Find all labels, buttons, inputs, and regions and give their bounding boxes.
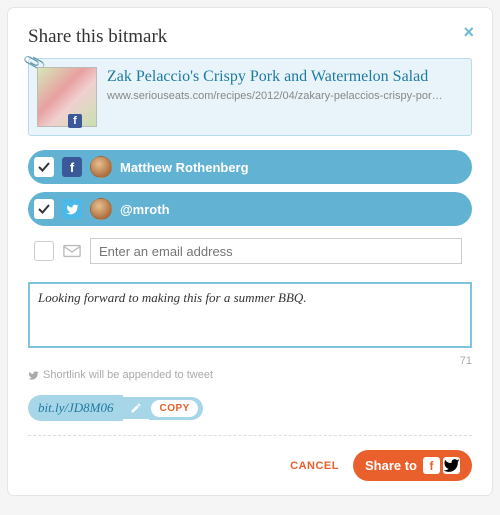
share-button[interactable]: Share to f bbox=[353, 450, 472, 481]
facebook-icon: f bbox=[423, 457, 440, 474]
message-textarea[interactable] bbox=[28, 282, 472, 348]
share-dialog: × Share this bitmark 📎 f Zak Pelaccio's … bbox=[8, 8, 492, 495]
pencil-icon bbox=[130, 402, 142, 414]
email-icon bbox=[62, 241, 82, 261]
twitter-icon bbox=[443, 457, 460, 474]
divider bbox=[28, 435, 472, 436]
recipient-row-email bbox=[28, 234, 472, 268]
recipient-name: Matthew Rothenberg bbox=[120, 160, 249, 175]
avatar bbox=[90, 156, 112, 178]
facebook-badge-icon: f bbox=[68, 114, 82, 128]
recipient-row-facebook[interactable]: f Matthew Rothenberg bbox=[28, 150, 472, 184]
recipient-row-twitter[interactable]: @mroth bbox=[28, 192, 472, 226]
bitmark-thumbnail: f bbox=[37, 67, 97, 127]
twitter-icon bbox=[28, 370, 39, 381]
copy-button[interactable]: COPY bbox=[149, 397, 202, 420]
char-counter: 71 bbox=[28, 355, 472, 367]
bitmark-url: www.seriouseats.com/recipes/2012/04/zaka… bbox=[107, 90, 463, 102]
shortlink-hint: Shortlink will be appended to tweet bbox=[28, 369, 472, 381]
twitter-icon bbox=[62, 199, 82, 219]
avatar bbox=[90, 198, 112, 220]
edit-shortlink-button[interactable] bbox=[123, 397, 149, 419]
close-button[interactable]: × bbox=[463, 22, 474, 43]
shortlink-row: bit.ly/JD8M06 COPY bbox=[28, 395, 472, 421]
dialog-title: Share this bitmark bbox=[28, 26, 472, 48]
recipient-checkbox[interactable] bbox=[34, 157, 54, 177]
recipient-checkbox[interactable] bbox=[34, 199, 54, 219]
bitmark-card: 📎 f Zak Pelaccio's Crispy Pork and Water… bbox=[28, 58, 472, 136]
facebook-icon: f bbox=[62, 157, 82, 177]
dialog-actions: CANCEL Share to f bbox=[28, 450, 472, 481]
cancel-button[interactable]: CANCEL bbox=[290, 460, 339, 472]
check-icon bbox=[38, 161, 50, 173]
check-icon bbox=[38, 203, 50, 215]
recipient-name: @mroth bbox=[120, 202, 170, 217]
bitmark-title[interactable]: Zak Pelaccio's Crispy Pork and Watermelo… bbox=[107, 67, 463, 87]
recipient-checkbox[interactable] bbox=[34, 241, 54, 261]
email-field[interactable] bbox=[90, 238, 462, 264]
shortlink-url[interactable]: bit.ly/JD8M06 bbox=[28, 395, 123, 421]
